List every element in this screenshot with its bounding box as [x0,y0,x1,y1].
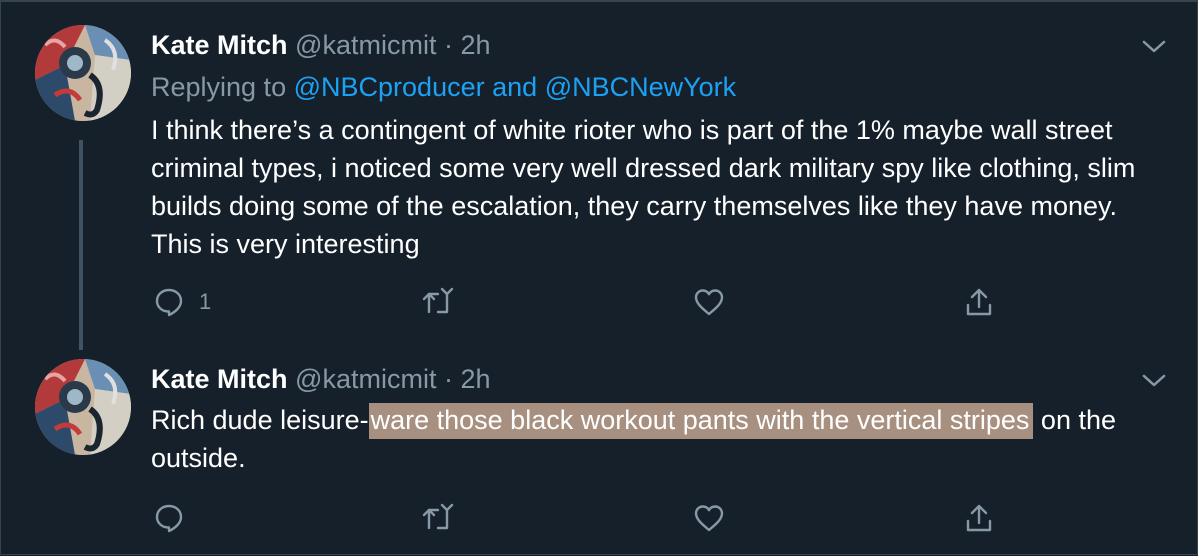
retweet-icon [421,286,455,318]
reply-icon [153,286,185,318]
reply-button[interactable] [153,498,185,538]
tweet-1[interactable]: Kate Mitch @katmicmit · 2h Replying to @… [1,2,1198,342]
tweet-2[interactable]: Kate Mitch @katmicmit · 2h Rich dude lei… [1,342,1198,556]
author-name[interactable]: Kate Mitch [151,364,288,394]
mention-link-nbcproducer[interactable]: @NBCproducer [294,72,485,102]
like-icon [693,286,725,318]
reply-button[interactable]: 1 [153,282,211,322]
like-button[interactable] [693,282,725,322]
replying-prefix: Replying to [151,72,287,102]
retweet-button[interactable] [421,282,455,322]
chevron-down-icon[interactable] [1141,38,1167,56]
tweet-actions [151,498,1011,538]
like-icon [693,502,725,534]
mention-and[interactable]: and [492,72,537,102]
avatar[interactable] [35,25,131,121]
tweet-thread: Kate Mitch @katmicmit · 2h Replying to @… [0,0,1198,555]
selected-text-highlight: ware those black workout pants with the … [368,403,1034,439]
replying-to-line: Replying to @NBCproducer and @NBCNewYork [151,70,736,104]
retweet-icon [421,502,455,534]
author-handle[interactable]: @katmicmit [295,30,436,60]
reply-icon [153,502,185,534]
avatar[interactable] [35,359,131,455]
mention-link-nbcnewyork[interactable]: @NBCNewYork [545,72,736,102]
separator-dot: · [443,364,453,394]
timestamp[interactable]: 2h [461,364,491,394]
tweet-actions: 1 [151,282,1011,322]
share-button[interactable] [963,282,995,322]
tweet-header: Kate Mitch @katmicmit · 2h [151,28,491,62]
author-handle[interactable]: @katmicmit [295,364,436,394]
share-button[interactable] [963,498,995,538]
tweet-text-start: Rich dude leisure- [151,405,369,435]
tweet-text: Rich dude leisure-ware those black worko… [151,401,1161,477]
like-button[interactable] [693,498,725,538]
timestamp[interactable]: 2h [461,30,491,60]
tweet-header: Kate Mitch @katmicmit · 2h [151,362,491,396]
chevron-down-icon[interactable] [1141,372,1167,390]
separator-dot: · [443,30,453,60]
share-icon [963,286,995,318]
retweet-button[interactable] [421,498,455,538]
tweet-text: I think there’s a contingent of white ri… [151,115,1136,259]
author-name[interactable]: Kate Mitch [151,30,288,60]
reply-count: 1 [199,289,212,314]
share-icon [963,502,995,534]
